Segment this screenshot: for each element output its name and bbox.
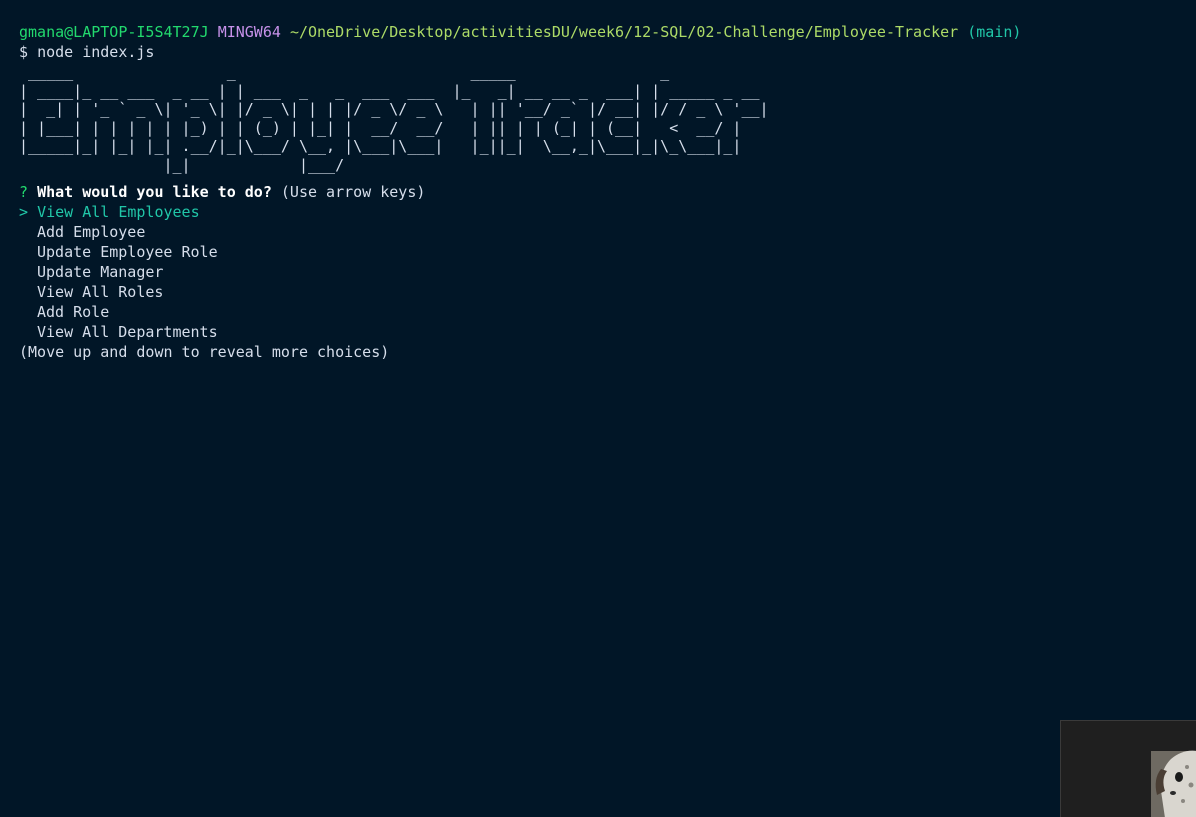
menu-item-view-all-roles[interactable]: View All Roles: [19, 282, 1179, 302]
menu-item-add-employee[interactable]: Add Employee: [19, 222, 1179, 242]
menu-item-label: View All Roles: [37, 282, 164, 301]
prompt-path: ~/OneDrive/Desktop/activitiesDU/week6/12…: [289, 23, 959, 41]
prompt-symbol: $: [19, 43, 29, 61]
menu-item-view-all-employees[interactable]: > View All Employees: [19, 202, 1179, 222]
menu-item-update-manager[interactable]: Update Manager: [19, 262, 1179, 282]
question-mark: ?: [19, 182, 29, 201]
menu-item-label: Add Role: [37, 302, 110, 321]
command-text: node index.js: [37, 43, 155, 61]
command-line: $ node index.js: [19, 42, 1179, 62]
prompt-user-host: gmana@LAPTOP-I5S4T27J: [19, 23, 209, 41]
menu-item-label: Update Employee Role: [37, 242, 218, 261]
menu-item-label: Update Manager: [37, 262, 164, 281]
webcam-thumbnail[interactable]: [1060, 720, 1196, 817]
question-line: ? What would you like to do? (Use arrow …: [19, 182, 1179, 202]
ascii-banner: _____ _ _____ _ | ____|_ __ ___ _ __ | |…: [19, 63, 769, 174]
menu-item-label: View All Departments: [37, 322, 218, 341]
question-text: What would you like to do?: [37, 182, 272, 201]
prompt-system: MINGW64: [217, 23, 281, 41]
shell-prompt-line: gmana@LAPTOP-I5S4T27J MINGW64 ~/OneDrive…: [19, 22, 1179, 42]
menu-item-view-all-departments[interactable]: View All Departments: [19, 322, 1179, 342]
terminal-output: gmana@LAPTOP-I5S4T27J MINGW64 ~/OneDrive…: [19, 22, 1179, 362]
menu-item-label: Add Employee: [37, 222, 146, 241]
menu-item-add-role[interactable]: Add Role: [19, 302, 1179, 322]
prompt-git-branch: (main): [967, 23, 1022, 41]
menu-item-update-employee-role[interactable]: Update Employee Role: [19, 242, 1179, 262]
more-choices-hint: (Move up and down to reveal more choices…: [19, 342, 390, 361]
question-hint: (Use arrow keys): [280, 182, 426, 201]
dog-icon: [1061, 721, 1196, 817]
menu-item-label: View All Employees: [37, 202, 200, 221]
menu-pointer: >: [19, 202, 29, 221]
